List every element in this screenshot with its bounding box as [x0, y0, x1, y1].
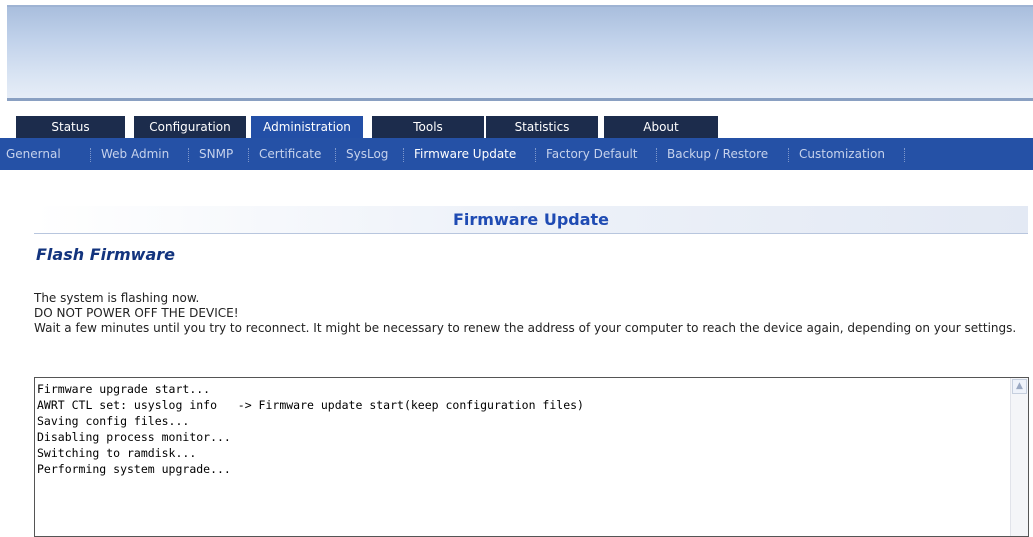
- tab-administration[interactable]: Administration: [251, 116, 363, 138]
- subnav-separator: [904, 148, 905, 162]
- subnav-separator: [656, 148, 657, 162]
- subnav-separator: [188, 148, 189, 162]
- subnav-firmware-update[interactable]: Firmware Update: [414, 138, 516, 170]
- flash-message: The system is flashing now. DO NOT POWER…: [34, 291, 1024, 336]
- scroll-up-arrow-icon[interactable]: ▲: [1012, 379, 1027, 394]
- header-banner: [7, 5, 1033, 101]
- message-line: The system is flashing now.: [34, 291, 200, 305]
- tab-tools[interactable]: Tools: [372, 116, 484, 138]
- progress-log-textarea[interactable]: Firmware upgrade start... AWRT CTL set: …: [34, 377, 1029, 537]
- subnav-customization[interactable]: Customization: [799, 138, 885, 170]
- sub-navigation: Genernal Web Admin SNMP Certificate SysL…: [0, 138, 1033, 170]
- log-scrollbar[interactable]: ▲: [1010, 378, 1028, 536]
- warning-line: DO NOT POWER OFF THE DEVICE!: [34, 306, 239, 320]
- subnav-separator: [403, 148, 404, 162]
- subnav-certificate[interactable]: Certificate: [259, 138, 321, 170]
- subnav-separator: [535, 148, 536, 162]
- subnav-separator: [90, 148, 91, 162]
- tab-statistics[interactable]: Statistics: [486, 116, 598, 138]
- message-line: Wait a few minutes until you try to reco…: [34, 321, 1017, 335]
- subnav-general[interactable]: Genernal: [6, 138, 61, 170]
- page-title-bar: Firmware Update: [34, 206, 1028, 234]
- tab-about[interactable]: About: [604, 116, 718, 138]
- tab-status[interactable]: Status: [16, 116, 125, 138]
- subnav-web-admin[interactable]: Web Admin: [101, 138, 169, 170]
- subnav-syslog[interactable]: SysLog: [346, 138, 388, 170]
- tab-configuration[interactable]: Configuration: [134, 116, 246, 138]
- subnav-separator: [335, 148, 336, 162]
- subnav-separator: [248, 148, 249, 162]
- subnav-separator: [788, 148, 789, 162]
- section-title: Flash Firmware: [36, 245, 175, 264]
- subnav-snmp[interactable]: SNMP: [199, 138, 233, 170]
- subnav-backup-restore[interactable]: Backup / Restore: [667, 138, 768, 170]
- page-title: Firmware Update: [452, 210, 610, 229]
- subnav-factory-default[interactable]: Factory Default: [546, 138, 638, 170]
- log-text: Firmware upgrade start... AWRT CTL set: …: [37, 382, 584, 476]
